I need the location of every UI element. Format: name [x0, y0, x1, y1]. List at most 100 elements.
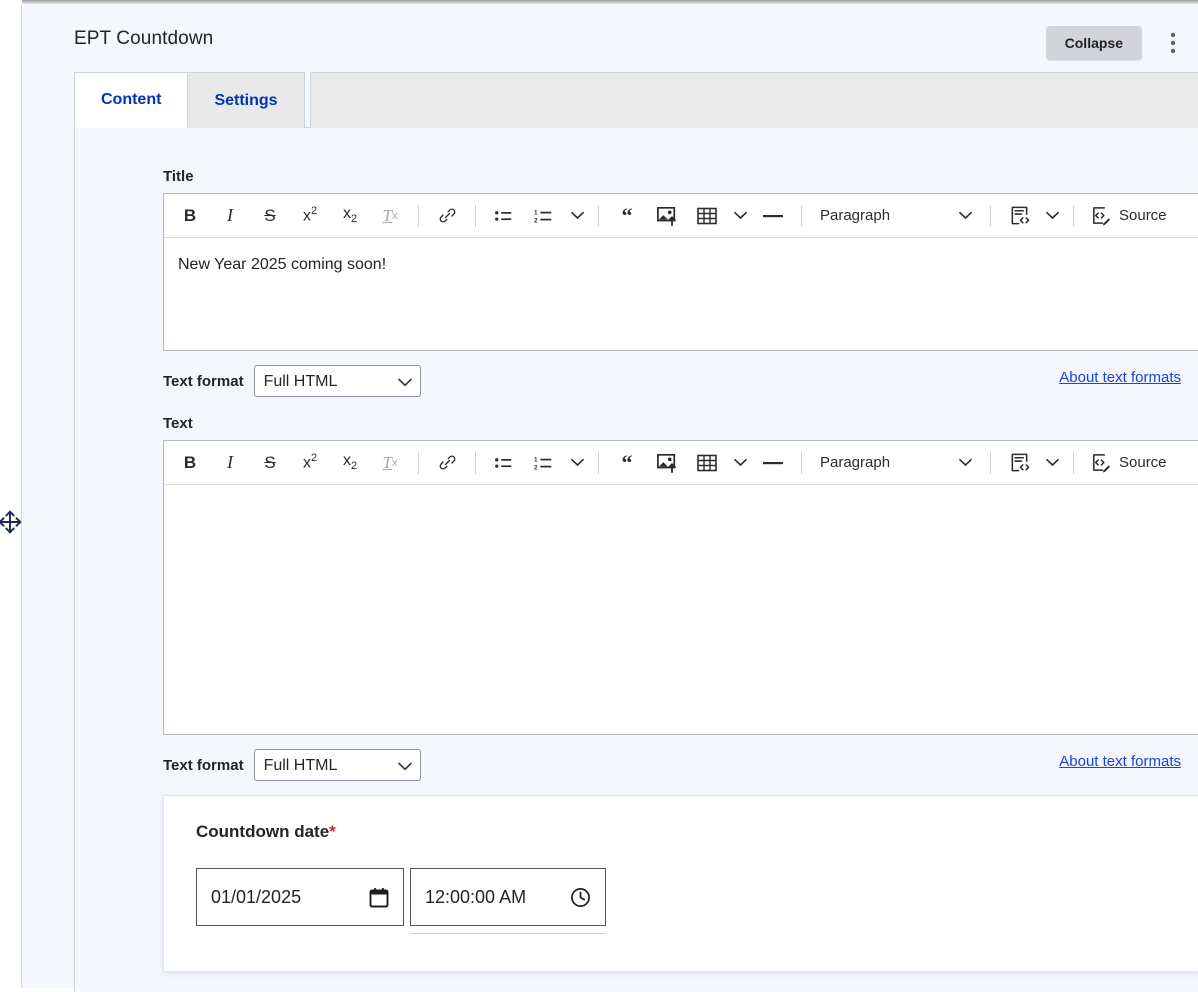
italic-icon[interactable]: I — [210, 445, 250, 481]
text-text-format-select[interactable]: Full HTML — [253, 749, 421, 781]
horizontal-rule-icon[interactable] — [753, 445, 793, 481]
paragraph-drag-rail — [0, 4, 22, 988]
field-title: Title B I S x2 x2 Tx 1 2 “ Paragraph Sou… — [163, 168, 1198, 397]
image-upload-icon[interactable] — [647, 198, 687, 234]
toolbar-separator — [1073, 451, 1074, 474]
toolbar-separator — [418, 451, 419, 474]
page-title: EPT Countdown — [74, 28, 214, 49]
tab-bar-filler — [310, 72, 1198, 128]
countdown-date-inputs: 01/01/2025 12:00:00 AM — [196, 868, 1168, 934]
block-quote-icon[interactable]: “ — [607, 198, 647, 234]
tab-settings[interactable]: Settings — [187, 72, 305, 128]
paragraph-panel: EPT Countdown Collapse Content Settings — [22, 4, 1198, 992]
strikethrough-icon[interactable]: S — [250, 198, 290, 234]
paragraph-header: EPT Countdown Collapse — [22, 4, 1198, 72]
superscript-icon[interactable]: x2 — [290, 198, 330, 234]
countdown-date-input[interactable]: 01/01/2025 — [196, 868, 404, 926]
title-editor-toolbar: B I S x2 x2 Tx 1 2 “ Paragraph Source — [164, 194, 1198, 238]
text-editor-content[interactable] — [164, 485, 1198, 734]
paragraph-style-label: Paragraph — [820, 454, 891, 471]
toolbar-separator — [1073, 204, 1074, 227]
toolbar-separator — [990, 451, 991, 474]
title-text-format-select[interactable]: Full HTML — [253, 365, 421, 397]
paragraph-style-dropdown[interactable]: Paragraph — [810, 198, 982, 234]
text-text-format-row: Text format Full HTML About text formats — [163, 749, 1198, 781]
field-text: Text B I S x2 x2 Tx 1 2 “ Paragraph Sour… — [163, 415, 1198, 781]
title-field-label: Title — [163, 168, 194, 185]
bold-icon[interactable]: B — [170, 198, 210, 234]
toolbar-separator — [598, 204, 599, 227]
clock-icon[interactable] — [570, 887, 591, 908]
bulleted-list-icon[interactable] — [484, 198, 524, 234]
italic-icon[interactable]: I — [210, 198, 250, 234]
link-icon[interactable] — [427, 445, 467, 481]
toolbar-separator — [990, 204, 991, 227]
chevron-down-icon — [959, 458, 972, 466]
table-dropdown-chevron-down-icon[interactable] — [727, 198, 753, 234]
numbered-list-icon[interactable]: 12 — [524, 445, 564, 481]
code-block-dropdown-chevron-down-icon[interactable] — [1039, 198, 1065, 234]
toolbar-separator — [598, 451, 599, 474]
list-dropdown-chevron-down-icon[interactable] — [564, 445, 590, 481]
text-editor-toolbar: B I S x2 x2 Tx 1 2 “ Paragraph Source — [164, 441, 1198, 485]
list-dropdown-chevron-down-icon[interactable] — [564, 198, 590, 234]
text-about-text-formats-link[interactable]: About text formats — [1059, 753, 1181, 770]
tab-settings-label: Settings — [214, 91, 278, 109]
title-about-text-formats-link[interactable]: About text formats — [1059, 369, 1181, 386]
block-quote-icon[interactable]: “ — [607, 445, 647, 481]
table-icon[interactable] — [687, 198, 727, 234]
source-button-label: Source — [1119, 454, 1167, 471]
link-icon[interactable] — [427, 198, 467, 234]
title-text-format-label: Text format — [163, 372, 244, 390]
svg-text:1: 1 — [534, 456, 538, 463]
code-block-icon[interactable] — [999, 445, 1039, 481]
horizontal-rule-icon[interactable] — [753, 198, 793, 234]
table-icon[interactable] — [687, 445, 727, 481]
numbered-list-icon[interactable]: 12 — [524, 198, 564, 234]
subscript-icon[interactable]: x2 — [330, 198, 370, 234]
strikethrough-icon[interactable]: S — [250, 445, 290, 481]
toolbar-separator — [801, 451, 802, 474]
calendar-icon[interactable] — [369, 887, 389, 908]
remove-format-icon[interactable]: Tx — [370, 445, 410, 481]
toolbar-separator — [801, 204, 802, 227]
code-block-dropdown-chevron-down-icon[interactable] — [1039, 445, 1065, 481]
remove-format-icon[interactable]: Tx — [370, 198, 410, 234]
tab-content-label: Content — [101, 91, 162, 108]
source-editing-icon — [1093, 207, 1111, 226]
paragraph-style-dropdown[interactable]: Paragraph — [810, 445, 982, 481]
countdown-time-underline — [411, 933, 605, 934]
title-editor-content[interactable]: New Year 2025 coming soon! — [164, 238, 1198, 350]
more-options-icon[interactable] — [1160, 26, 1186, 60]
title-text-format-row: Text format Full HTML About text formats — [163, 365, 1198, 397]
toolbar-separator — [418, 204, 419, 227]
table-dropdown-chevron-down-icon[interactable] — [727, 445, 753, 481]
toolbar-separator — [475, 451, 476, 474]
tab-panel-content: Title B I S x2 x2 Tx 1 2 “ Paragraph Sou… — [74, 128, 1198, 992]
paragraph-editor-screen: EPT Countdown Collapse Content Settings — [0, 0, 1198, 992]
bold-icon[interactable]: B — [170, 445, 210, 481]
svg-text:2: 2 — [534, 217, 538, 224]
image-upload-icon[interactable] — [647, 445, 687, 481]
code-block-icon[interactable] — [999, 198, 1039, 234]
countdown-date-label: Countdown date* — [196, 822, 1168, 842]
tab-bar: Content Settings — [74, 72, 1198, 128]
svg-text:2: 2 — [534, 464, 538, 471]
countdown-time-value: 12:00:00 AM — [425, 886, 527, 907]
source-button-label: Source — [1119, 207, 1167, 224]
text-ckeditor: B I S x2 x2 Tx 1 2 “ Paragraph Source — [163, 440, 1198, 735]
tab-content[interactable]: Content — [74, 72, 189, 128]
subscript-icon[interactable]: x2 — [330, 445, 370, 481]
source-button[interactable]: Source — [1082, 445, 1175, 481]
superscript-icon[interactable]: x2 — [290, 445, 330, 481]
toolbar-separator — [475, 204, 476, 227]
collapse-button[interactable]: Collapse — [1045, 26, 1142, 60]
chevron-down-icon — [959, 211, 972, 219]
bulleted-list-icon[interactable] — [484, 445, 524, 481]
svg-text:1: 1 — [534, 209, 538, 216]
source-button[interactable]: Source — [1082, 198, 1175, 234]
title-ckeditor: B I S x2 x2 Tx 1 2 “ Paragraph Source Ne… — [163, 193, 1198, 351]
countdown-time-input[interactable]: 12:00:00 AM — [410, 868, 606, 934]
text-text-format-label: Text format — [163, 756, 244, 774]
required-marker: * — [329, 822, 336, 841]
